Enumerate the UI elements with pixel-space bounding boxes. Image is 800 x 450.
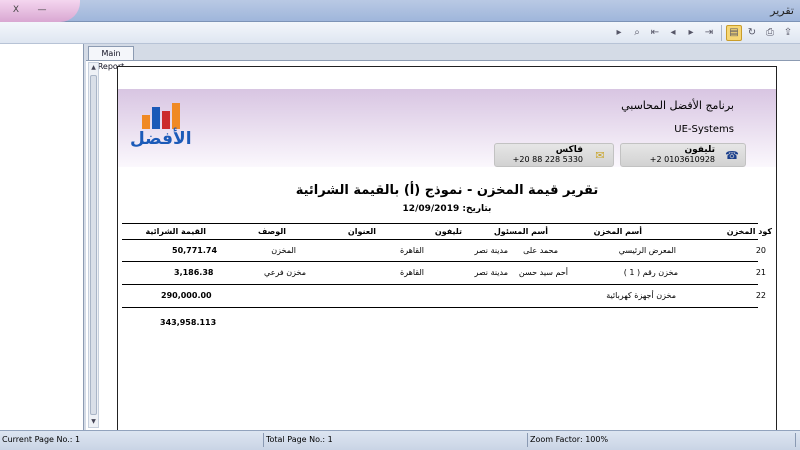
cell-address: القاهرة bbox=[400, 268, 424, 277]
scroll-thumb[interactable] bbox=[90, 75, 97, 415]
date-value: 12/09/2019 bbox=[402, 204, 460, 214]
report-date: بتاريخ: 12/09/2019 bbox=[118, 204, 776, 214]
cell-manager: محمد على bbox=[523, 246, 558, 255]
cell-code: 20 bbox=[755, 246, 766, 255]
envelope-icon: ✉ bbox=[595, 149, 605, 162]
col-address: العنوان bbox=[347, 227, 376, 236]
cell-manager: أحم سيد حسن bbox=[518, 268, 568, 277]
current-page-status: Current Page No.: 1 bbox=[0, 433, 264, 447]
zoom-icon[interactable]: ⌕ bbox=[629, 25, 645, 41]
viewer-toolbar: ▸ ⌕ ⇤ ◂ ▸ ⇥ ▤ ↻ ⎙ ⇪ bbox=[0, 22, 800, 44]
cell-phone: مدينة نصر bbox=[474, 246, 508, 255]
toolbar-separator bbox=[721, 25, 722, 41]
cell-value: 290,000.00 bbox=[161, 291, 212, 300]
col-store-name: أسم المخزن bbox=[593, 227, 642, 236]
total-page-status: Total Page No.: 1 bbox=[264, 433, 528, 447]
phone-icon: ☎ bbox=[725, 149, 739, 162]
app-menu-tab[interactable]: X — bbox=[0, 0, 80, 22]
report-title: تقرير قيمة المخزن - نموذج (أ) بالقيمة ال… bbox=[295, 183, 599, 198]
cell-value: 3,186.38 bbox=[174, 268, 214, 277]
chart-logo-icon bbox=[138, 103, 182, 129]
cell-description: مخزن فرعي bbox=[264, 268, 306, 277]
col-purchase-value: القيمة الشرائية bbox=[145, 227, 207, 236]
print-icon[interactable]: ⎙ bbox=[762, 25, 778, 41]
col-phone: تليفون bbox=[434, 227, 462, 236]
first-page-icon[interactable]: ⇤ bbox=[647, 25, 663, 41]
report-page: الأفضل برنامج الأفضل المحاسبي UE-Systems… bbox=[117, 66, 777, 432]
row-rule bbox=[122, 284, 758, 285]
col-description: الوصف bbox=[257, 227, 286, 236]
vertical-scrollbar[interactable]: ▲ ▼ bbox=[88, 62, 99, 428]
table-top-rule bbox=[122, 223, 758, 224]
title-bar: X — تقرير bbox=[0, 0, 800, 22]
company-logo: الأفضل bbox=[126, 103, 192, 159]
col-manager: أسم المسئول bbox=[493, 227, 548, 236]
cell-phone: مدينة نصر bbox=[474, 268, 508, 277]
last-page-icon[interactable]: ⇥ bbox=[701, 25, 717, 41]
company-name: برنامج الأفضل المحاسبي bbox=[621, 99, 734, 112]
status-bar: Current Page No.: 1 Total Page No.: 1 Zo… bbox=[0, 430, 800, 450]
fax-label: فاكس bbox=[555, 145, 583, 155]
cell-store-name: ( مخزن رقم ( 1 bbox=[623, 268, 678, 277]
cell-value: 50,771.74 bbox=[172, 246, 218, 255]
fax-box: فاكس +20 88 228 5330 ✉ bbox=[494, 143, 614, 167]
group-tree-icon[interactable]: ▤ bbox=[726, 25, 742, 41]
close-button[interactable]: X bbox=[8, 3, 24, 17]
company-name-english: UE-Systems bbox=[674, 124, 734, 135]
cell-address: القاهرة bbox=[400, 246, 424, 255]
next-page-icon[interactable]: ▸ bbox=[683, 25, 699, 41]
phone-value: +2 0103610928 bbox=[649, 155, 715, 164]
grand-total: 343,958.113 bbox=[160, 318, 217, 327]
cell-description: المخزن bbox=[271, 246, 296, 255]
fax-value: +20 88 228 5330 bbox=[512, 155, 583, 164]
cell-code: 21 bbox=[755, 268, 766, 277]
table-header-rule bbox=[122, 239, 758, 240]
group-tree-panel[interactable] bbox=[0, 44, 84, 430]
minimize-button[interactable]: — bbox=[34, 3, 50, 17]
refresh-icon[interactable]: ↻ bbox=[744, 25, 760, 41]
row-rule bbox=[122, 261, 758, 262]
zoom-factor-status: Zoom Factor: 100% bbox=[528, 433, 796, 447]
search-icon[interactable]: ▸ bbox=[611, 25, 627, 41]
cell-store-name: مخزن أجهزة كهربائية bbox=[606, 291, 676, 300]
phone-label: تليفون bbox=[684, 145, 715, 155]
col-store-code: كود المخزن bbox=[726, 227, 772, 236]
cell-store-name: المعرض الرئيسي bbox=[618, 246, 676, 255]
scroll-up-icon[interactable]: ▲ bbox=[89, 63, 98, 73]
table-bottom-rule bbox=[122, 307, 758, 308]
phone-box: تليفون +2 0103610928 ☎ bbox=[620, 143, 746, 167]
scroll-down-icon[interactable]: ▼ bbox=[89, 417, 98, 427]
logo-text: الأفضل bbox=[130, 129, 192, 149]
prev-page-icon[interactable]: ◂ bbox=[665, 25, 681, 41]
export-icon[interactable]: ⇪ bbox=[780, 25, 796, 41]
cell-code: 22 bbox=[755, 291, 766, 300]
window-title: تقرير bbox=[770, 4, 794, 17]
date-label: بتاريخ: bbox=[462, 204, 492, 214]
tab-main-report[interactable]: Main Report bbox=[88, 46, 134, 71]
